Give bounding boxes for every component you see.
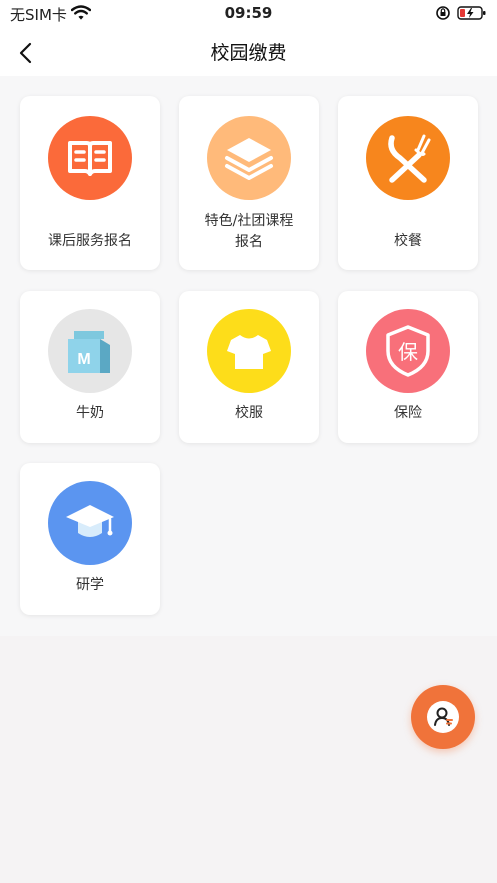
tile-insurance[interactable]: 保 保险	[338, 291, 478, 443]
tile-label: 特色/社团课程 报名	[204, 213, 294, 250]
customer-service-icon	[427, 701, 459, 733]
status-bar: 无SIM卡 09:59	[0, 0, 497, 28]
layers-icon	[207, 116, 291, 200]
tile-label: 牛奶	[76, 405, 104, 421]
page-title: 校园缴费	[210, 42, 287, 64]
tile-special-club-course[interactable]: 特色/社团课程 报名	[179, 96, 319, 270]
fork-knife-icon	[366, 116, 450, 200]
battery-charging-icon	[457, 5, 487, 25]
tile-label: 研学	[76, 577, 104, 593]
tile-label: 校服	[235, 405, 263, 421]
tile-label: 保险	[394, 405, 422, 421]
tile-milk[interactable]: M 牛奶	[20, 291, 160, 443]
tile-uniform[interactable]: 校服	[179, 291, 319, 443]
nav-bar: 校园缴费	[0, 28, 497, 76]
tile-after-school-service[interactable]: 课后服务报名	[20, 96, 160, 270]
status-time: 09:59	[224, 4, 273, 22]
insurance-glyph: 保	[398, 340, 418, 364]
orientation-lock-icon	[435, 5, 451, 25]
tile-label: 校餐	[394, 233, 422, 249]
insurance-shield-icon: 保	[366, 309, 450, 393]
svg-text:M: M	[77, 351, 90, 368]
tile-study-tour[interactable]: 研学	[20, 463, 160, 615]
tile-school-meal[interactable]: 校餐	[338, 96, 478, 270]
payment-grid: 课后服务报名 特色/社团课程 报名 校餐 M 牛奶 校服 保 保险 研学	[0, 76, 497, 636]
graduation-cap-icon	[48, 481, 132, 565]
tile-label: 课后服务报名	[48, 233, 132, 249]
status-right	[435, 5, 487, 25]
milk-carton-icon: M	[48, 309, 132, 393]
tshirt-icon	[207, 309, 291, 393]
customer-service-button[interactable]	[411, 685, 475, 749]
book-icon	[48, 116, 132, 200]
